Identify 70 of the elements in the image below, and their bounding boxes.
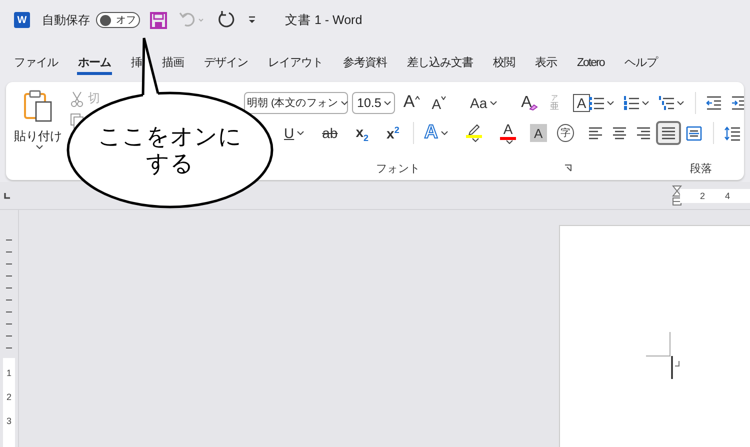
font-name-field[interactable]: 明朝 (本文のフォン [244, 92, 348, 114]
justify-icon [661, 126, 676, 140]
text-cursor-icon [671, 356, 681, 380]
clear-formatting-button[interactable]: A [517, 91, 542, 115]
caret-icon [441, 131, 448, 135]
autosave-toggle[interactable]: オフ [96, 12, 140, 28]
line-spacing-icon [724, 126, 741, 140]
underline-button[interactable]: U [280, 121, 308, 145]
change-case-button[interactable]: Aa [466, 91, 502, 115]
scissors-icon [70, 90, 84, 106]
group-label: 段落 [690, 162, 712, 176]
ribbon-tab[interactable]: Zotero [576, 51, 606, 75]
window-title: 文書 1 - Word [285, 12, 362, 28]
subscript-button[interactable]: x$_{2}$ [352, 121, 373, 145]
align-left-icon [588, 126, 603, 140]
dialog-launcher-icon [564, 164, 572, 172]
vertical-ruler: 1 2 3 [3, 358, 15, 447]
caret-icon [341, 101, 348, 105]
font-color-button[interactable]: A [496, 121, 520, 145]
caret-up-icon [414, 96, 420, 100]
word-logo: W [14, 12, 30, 28]
caret-icon [677, 101, 684, 105]
align-right-icon [636, 126, 651, 140]
paste-button[interactable]: 貼り付け [16, 88, 60, 149]
enclose-characters-button[interactable]: 字 [556, 124, 574, 142]
tab-stop-icon [4, 192, 10, 198]
group-label: フォント [376, 162, 420, 176]
character-shading-button[interactable]: A [530, 124, 547, 142]
ribbon-tab[interactable]: 表示 [534, 51, 558, 75]
ribbon-tab[interactable]: レイアウト [267, 51, 324, 75]
clipboard-icon [23, 90, 53, 122]
multilevel-list-icon [658, 96, 674, 110]
ribbon-tab[interactable]: 参考資料 [342, 51, 388, 75]
justify-button[interactable] [656, 121, 681, 145]
align-center-icon [612, 126, 627, 140]
strikethrough-button[interactable]: ab [318, 121, 342, 145]
caret-icon [384, 101, 392, 105]
ribbon-tab[interactable]: ヘルプ [623, 51, 658, 75]
increase-indent-icon [731, 96, 744, 110]
caret-icon [490, 101, 498, 105]
distributed-icon [686, 126, 702, 140]
decrease-indent-icon [706, 96, 722, 110]
numbered-list-icon [623, 96, 639, 110]
caret-down-icon [441, 96, 446, 100]
ribbon-tab[interactable]: ホーム [77, 51, 112, 75]
caret-icon [297, 131, 304, 135]
superscript-button[interactable]: x$^{2}$ [382, 121, 404, 145]
ribbon-tab[interactable]: 描画 [161, 51, 185, 75]
caret-icon [642, 101, 649, 105]
bullet-list-icon [588, 96, 604, 110]
autosave-label: 自動保存 [42, 12, 90, 28]
ribbon-tab[interactable]: 挿 [130, 51, 143, 75]
font-size-field[interactable]: 10.5 [352, 92, 396, 114]
save-icon[interactable] [150, 12, 167, 28]
shrink-font-button[interactable]: A [428, 91, 450, 115]
crop-mark-icon [646, 332, 671, 357]
caret-icon [36, 145, 43, 149]
ribbon-tab[interactable]: 差し込み文書 [406, 51, 474, 75]
caret-icon [607, 101, 614, 105]
ribbon-tab[interactable]: デザイン [203, 51, 249, 75]
caret-icon [472, 138, 480, 142]
callout-text: ここをオンにする [97, 123, 243, 177]
redo-icon[interactable] [217, 10, 235, 30]
ribbon-tab[interactable]: ファイル [13, 51, 59, 75]
ribbon-tab[interactable]: 校閲 [492, 51, 516, 75]
caret-icon [506, 140, 514, 144]
pen-icon [467, 124, 482, 136]
grow-font-button[interactable]: A [399, 91, 424, 115]
customize-icon[interactable] [247, 15, 257, 25]
text-effects-button[interactable]: A [420, 121, 452, 145]
